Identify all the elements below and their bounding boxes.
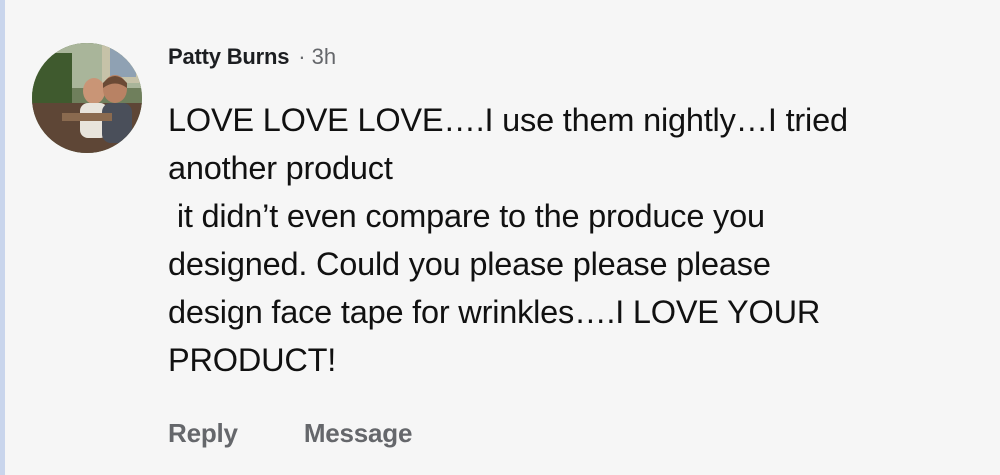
author-name[interactable]: Patty Burns [168, 44, 289, 70]
timestamp[interactable]: 3h [312, 44, 336, 70]
avatar[interactable] [32, 43, 142, 153]
comment: Patty Burns · 3h LOVE LOVE LOVE….I use t… [0, 0, 1000, 475]
message-button[interactable]: Message [304, 418, 413, 449]
comment-header: Patty Burns · 3h [168, 44, 336, 74]
header-separator: · [298, 44, 306, 69]
avatar-photo [32, 43, 142, 153]
comment-actions: Reply Message [168, 418, 412, 449]
comment-text: LOVE LOVE LOVE….I use them nightly…I tri… [168, 102, 848, 378]
reply-button[interactable]: Reply [168, 418, 238, 449]
